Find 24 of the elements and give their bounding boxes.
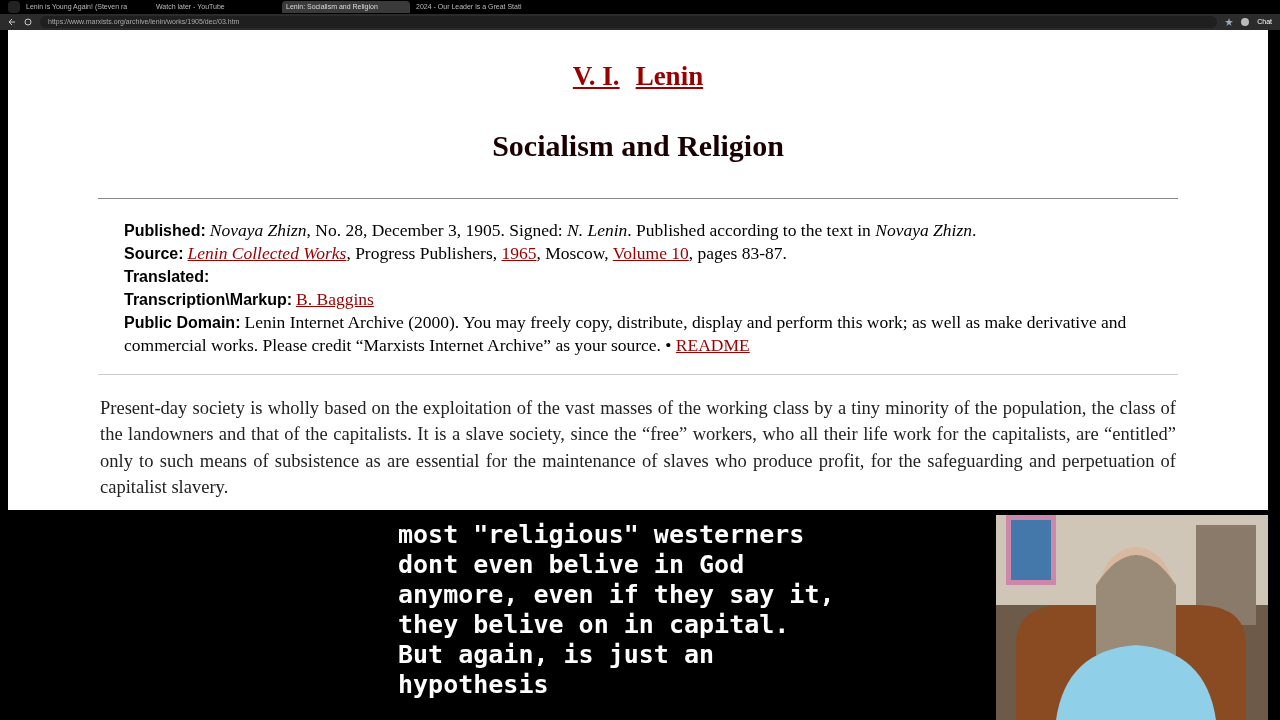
chat-message-line: anymore, even if they say it, (398, 580, 836, 610)
chat-message-line: most "religious" westerners (398, 520, 806, 550)
body-paragraph: Present-day society is wholly based on the exploitation of the vast masses of the working class by a tiny minority of the population, the class of the landowners and that of the capitalists. It is a slave society, since the “free” workers, who all their life work for the capitalists, are “entitled” only to such means of subsistence as are essential for the maintenance of slaves who produce profit, for the safeguarding and perpetuation of capitalist slavery. (100, 396, 1176, 499)
star-icon[interactable] (1225, 18, 1234, 26)
info-link[interactable]: 1965 (501, 242, 537, 263)
chat-message-line: hypothesis (398, 670, 550, 700)
reload-icon[interactable] (24, 18, 32, 26)
back-icon[interactable] (8, 18, 16, 26)
chat-message-line: dont even belive in God (398, 550, 746, 580)
info-link[interactable]: README (675, 334, 750, 355)
author-link[interactable]: V. I. (572, 56, 620, 97)
info-link[interactable]: Volume 10 (612, 242, 689, 263)
info-line: Source: Lenin Collected Works, Progress Publishers, 1965, Moscow, Volume 10, pages 83-87. (124, 241, 788, 265)
profile-avatar[interactable] (1241, 18, 1250, 26)
info-link[interactable]: Lenin Collected Works (187, 242, 347, 263)
info-line: Public Domain: Lenin Internet Archive (2000). You may freely copy, distribute, display and perform this work; as well as make derivative and commercial works. Please credit “Marxists Internet Archive” as your source. • README (124, 310, 1128, 356)
page-title: Socialism and Religion (491, 127, 785, 164)
chat-message-line: But again, is just an (398, 640, 716, 670)
info-line: Transcription\Markup: B. Baggins (124, 287, 375, 311)
info-link[interactable]: B. Baggins (296, 288, 374, 309)
chat-message-line: they belive on in capital. (398, 610, 791, 640)
info-line: Translated: (124, 266, 211, 287)
author-link[interactable]: Lenin (635, 56, 704, 97)
info-line: Published: Novaya Zhizn, No. 28, December 3, 1905. Signed: N. Lenin. Published according to the text in Novaya Zhizn. (124, 218, 978, 242)
